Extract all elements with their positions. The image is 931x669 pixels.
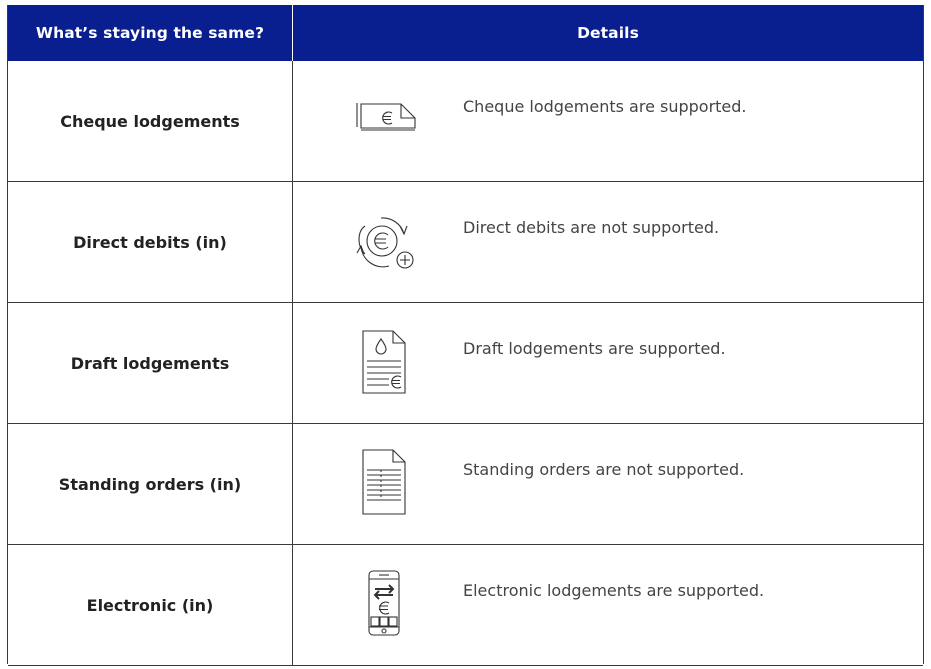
row-detail-text: Direct debits are not supported. [463,218,720,237]
table-row: Electronic (in) Electronic lodgements ar… [8,545,923,666]
table-row: Draft lodgements Draft lodgements are su… [8,303,923,424]
table-row: Standing orders (in) Standing orders are… [8,424,923,545]
lodgements-table: What’s staying the same? Details Cheque … [7,5,924,666]
cheque-euro-icon [349,85,419,155]
document-lines-icon [349,448,419,518]
row-label: Direct debits (in) [8,182,293,302]
row-label: Cheque lodgements [8,61,293,181]
header-what-staying-same: What’s staying the same? [8,5,293,61]
document-drop-euro-icon [349,327,419,397]
row-label: Draft lodgements [8,303,293,423]
mobile-transfer-euro-icon [349,569,419,639]
row-detail-text: Electronic lodgements are supported. [463,581,765,600]
euro-cycle-plus-icon [349,206,419,276]
header-details: Details [577,24,639,42]
row-detail-cell: Standing orders are not supported. [293,424,923,544]
row-detail-text: Draft lodgements are supported. [463,339,726,358]
row-label: Electronic (in) [8,545,293,665]
table-header: What’s staying the same? Details [8,5,923,61]
row-detail-cell: Cheque lodgements are supported. [293,61,923,181]
table-row: Cheque lodgements Cheque lodgements are … [8,61,923,182]
row-detail-text: Standing orders are not supported. [463,460,745,479]
row-detail-text: Cheque lodgements are supported. [463,97,747,116]
row-detail-cell: Draft lodgements are supported. [293,303,923,423]
row-detail-cell: Direct debits are not supported. [293,182,923,302]
table-row: Direct debits (in) Direct debits are not… [8,182,923,303]
row-label: Standing orders (in) [8,424,293,544]
row-detail-cell: Electronic lodgements are supported. [293,545,923,665]
